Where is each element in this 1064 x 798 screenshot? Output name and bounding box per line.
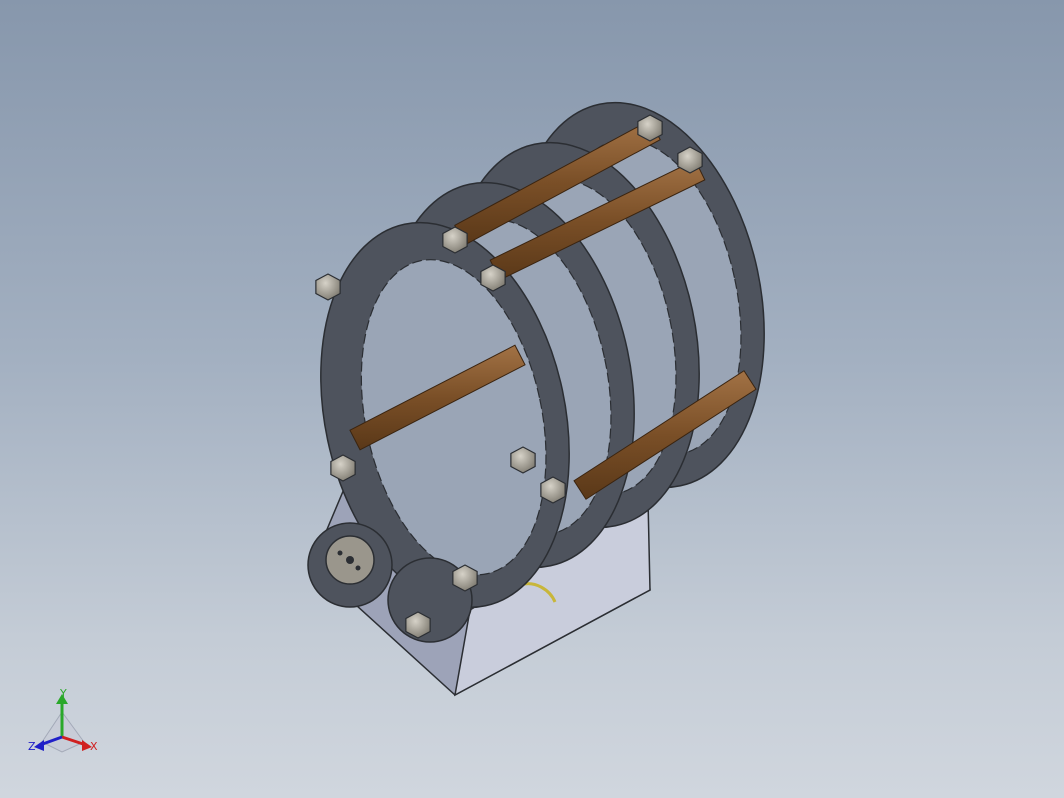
bolt-4: [330, 454, 356, 482]
bolt-3: [480, 264, 506, 292]
triad-z-label: Z: [28, 740, 36, 753]
triad-y-label: Y: [59, 687, 67, 700]
bolt-10: [677, 146, 703, 174]
bolt-7: [452, 564, 478, 592]
orientation-triad[interactable]: Y X Z: [28, 687, 98, 753]
bolt-8: [405, 611, 431, 639]
bolt-5: [510, 446, 536, 474]
bolt-1: [442, 226, 468, 254]
gear-left[interactable]: [307, 522, 393, 608]
cad-viewport[interactable]: Y X Z: [0, 0, 1064, 798]
triad-x-label: X: [90, 740, 98, 753]
bolt-9: [637, 114, 663, 142]
bolt-2: [315, 273, 341, 301]
bolt-6: [540, 476, 566, 504]
